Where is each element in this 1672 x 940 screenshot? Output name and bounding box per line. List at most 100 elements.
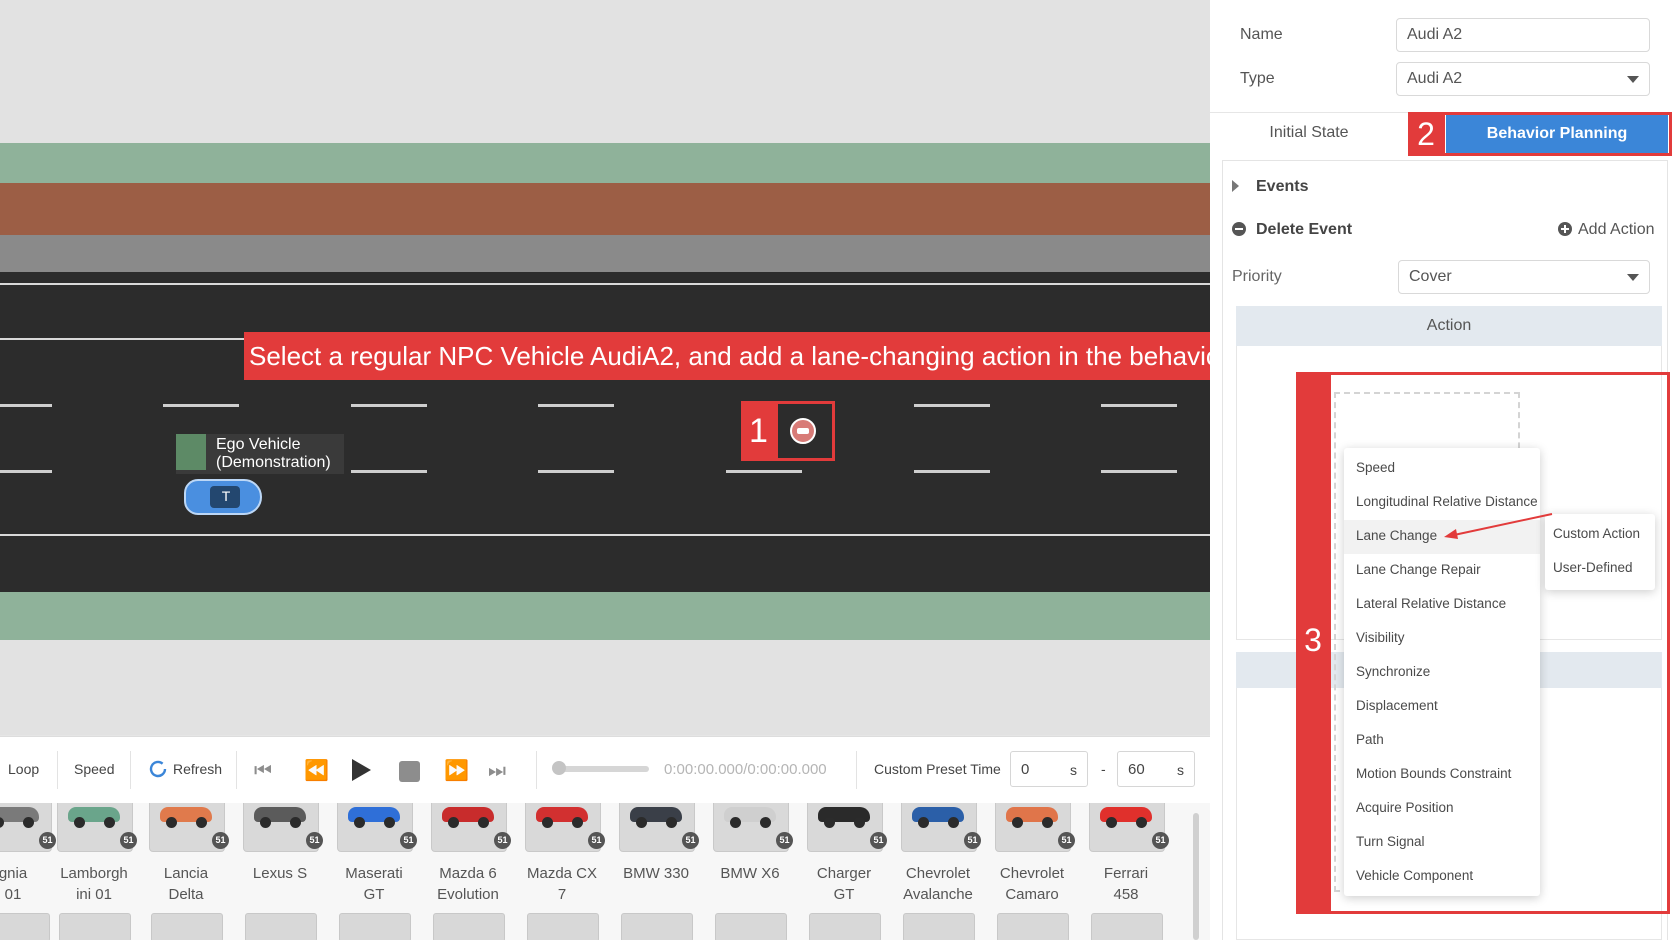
play-icon[interactable] [352,759,371,781]
tab-initial-state[interactable]: Initial State [1210,113,1408,153]
menu-item-synchronize[interactable]: Synchronize [1356,664,1430,679]
grass-strip-bottom [0,592,1210,640]
vehicle-name: Chevrolet Avalanche [903,865,973,903]
menu-item-path[interactable]: Path [1356,732,1384,747]
submenu-item-custom-action[interactable]: Custom Action [1553,526,1640,541]
preset-end-unit: s [1177,762,1184,778]
preset-start-input[interactable]: 0 s [1010,751,1088,787]
vehicle-name: Charger GT [816,865,872,903]
step-back-icon[interactable]: ⏪ [304,759,329,783]
wheel-icon [23,817,34,828]
step-marker-1: 1 [741,401,776,461]
menu-item-turn-signal[interactable]: Turn Signal [1356,834,1425,849]
menu-item-motion-bounds-constraint[interactable]: Motion Bounds Constraint [1356,766,1511,781]
wheel-icon [290,817,301,828]
speed-button[interactable]: Speed [74,761,114,777]
lane-dash [914,470,990,473]
action-header: Action [1236,306,1662,346]
menu-item-longitudinal-relative-distance[interactable]: Longitudinal Relative Distance [1356,494,1538,509]
vehicle-card[interactable]: 51 Chevrolet Camaro [987,803,1077,940]
road-edge-line [0,283,1210,285]
ego-vehicle[interactable]: T [184,479,262,515]
delete-event-label[interactable]: Delete Event [1256,221,1352,239]
add-action-button[interactable]: Add Action [1578,221,1655,239]
vehicle-card[interactable]: 51 Mazda 6 Evolution [423,803,513,940]
preset-end-input[interactable]: 60 s [1117,751,1195,787]
vehicle-card[interactable]: 51 BMW 330 [611,803,701,940]
type-value: Audi A2 [1407,70,1463,87]
loop-button[interactable]: Loop [8,761,39,777]
lane-dash [538,404,614,407]
wheel-icon [1106,817,1117,828]
timeline-slider[interactable] [552,761,649,775]
wheel-icon [354,817,365,828]
vehicle-card[interactable]: 51 Chevrolet Avalanche [893,803,983,940]
timeline-slider-handle[interactable] [552,761,566,775]
vehicle-card[interactable]: 51 BMW X6 [705,803,795,940]
vehicle-badge: 51 [1058,832,1075,849]
vehicle-thumbnail-next-row [715,913,787,940]
refresh-label[interactable]: Refresh [173,761,222,777]
lane-dash [1101,404,1177,407]
refresh-button[interactable] [147,758,169,780]
vehicle-thumbnail-next-row [997,913,1069,940]
menu-item-vehicle-component[interactable]: Vehicle Component [1356,868,1473,883]
preset-start-value: 0 [1021,761,1030,778]
menu-item-speed[interactable]: Speed [1356,460,1395,475]
menu-item-lane-change-repair[interactable]: Lane Change Repair [1356,562,1481,577]
scene-viewport[interactable]: Ego Vehicle (Demonstration) T Select a r… [0,0,1210,735]
priority-select[interactable]: Cover [1398,260,1650,294]
lane-dash [538,470,614,473]
vehicle-name: Chevrolet Camaro [999,865,1065,903]
divider [236,751,237,789]
vehicle-card[interactable]: 51 Ferrari 458 [1081,803,1171,940]
vehicle-library: 51 gnia 01 51 Lamborgh ini 01 51 Lancia Del… [0,803,1210,940]
vehicle-badge: 51 [494,832,511,849]
vehicle-name: Maserati GT [345,865,403,903]
ego-marker: T [221,488,231,504]
vehicle-card[interactable]: 51 Maserati GT [329,803,419,940]
chevron-down-icon [1627,76,1639,83]
skip-to-end-icon[interactable]: ⏭ [488,759,506,783]
step-forward-icon[interactable]: ⏩ [444,759,469,783]
lane-dash [726,470,802,473]
lane-dash [1101,470,1177,473]
menu-item-displacement[interactable]: Displacement [1356,698,1438,713]
remove-circle-icon[interactable] [1232,222,1246,236]
divider [536,751,537,789]
name-input[interactable]: Audi A2 [1396,18,1650,52]
menu-item-lateral-relative-distance[interactable]: Lateral Relative Distance [1356,596,1506,611]
grass-strip [0,143,1210,183]
vehicle-thumbnail-next-row [903,913,975,940]
npc-vehicle-audi-a2[interactable] [790,418,816,444]
chevron-down-icon [1627,274,1639,281]
preset-end-value: 60 [1128,761,1145,778]
vehicle-card[interactable]: 51 Charger GT [799,803,889,940]
stop-icon[interactable] [399,761,420,782]
name-label: Name [1240,26,1283,43]
vehicle-card[interactable]: 51 Lexus S [235,803,325,940]
ego-label-line1: Ego Vehicle [216,436,301,453]
vehicle-card[interactable]: 51 Lamborgh ini 01 [49,803,139,940]
wheel-icon [636,817,647,828]
properties-panel: Name Audi A2 Type Audi A2 Initial State … [1210,0,1672,940]
type-select[interactable]: Audi A2 [1396,62,1650,96]
vehicle-thumbnail-next-row [0,913,50,940]
vehicle-card[interactable]: 51 Mazda CX 7 [517,803,607,940]
skip-to-start-icon[interactable]: ⏮ [254,759,272,783]
expand-arrow-icon[interactable] [1232,180,1239,192]
menu-item-lane-change[interactable]: Lane Change [1356,528,1437,543]
vehicle-badge: 51 [120,832,137,849]
events-label[interactable]: Events [1256,178,1308,196]
vehicle-thumbnail-next-row [59,913,131,940]
menu-item-visibility[interactable]: Visibility [1356,630,1405,645]
vehicle-library-scrollbar[interactable] [1193,813,1199,940]
tab-behavior-planning[interactable]: Behavior Planning [1446,115,1668,153]
vehicle-card[interactable]: 51 Lancia Delta [141,803,231,940]
vehicle-name: Lexus S [252,865,308,882]
submenu-item-user-defined[interactable]: User-Defined [1553,560,1633,575]
vehicle-thumbnail-next-row [809,913,881,940]
wheel-icon [478,817,489,828]
add-circle-icon[interactable] [1558,222,1572,236]
menu-item-acquire-position[interactable]: Acquire Position [1356,800,1454,815]
